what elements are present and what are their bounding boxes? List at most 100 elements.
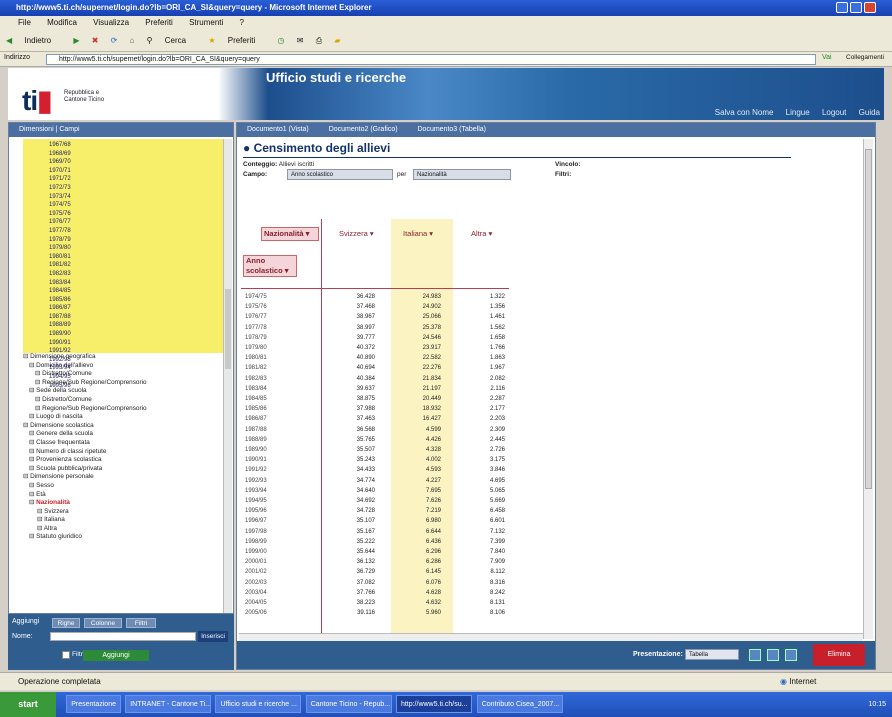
year-item[interactable]: 1983/84 [23, 279, 223, 288]
year-item[interactable]: 1972/73 [23, 184, 223, 193]
start-button[interactable]: start [0, 692, 56, 717]
columns-button[interactable]: Colonne [84, 618, 122, 628]
tree-node[interactable]: ⊟ Età [23, 491, 223, 500]
menu-file[interactable]: File [18, 18, 31, 27]
year-item[interactable]: 1970/71 [23, 167, 223, 176]
tree-node[interactable]: ⊟ Provenienza scolastica [23, 456, 223, 465]
save-as-link[interactable]: Salva con Nome [715, 108, 774, 117]
table-view-icon[interactable] [749, 649, 761, 661]
panel-scroll-thumb[interactable] [225, 289, 231, 369]
print-icon[interactable]: ⎙ [316, 36, 322, 45]
tree-node[interactable]: ⊟ Sede della scuola [23, 387, 223, 396]
logout-link[interactable]: Logout [822, 108, 846, 117]
menu-modifica[interactable]: Modifica [47, 18, 77, 27]
tree-node[interactable]: ⊟ Altra [23, 525, 223, 534]
tab-document2[interactable]: Documento2 (Grafico) [329, 126, 398, 133]
field2-select[interactable]: Nazionalità [413, 169, 511, 180]
year-item[interactable]: 1987/88 [23, 313, 223, 322]
stop-icon[interactable]: ✖ [92, 36, 99, 45]
tab-document3[interactable]: Documento3 (Tabella) [418, 126, 486, 133]
insert-button[interactable]: Inserisci [198, 631, 228, 642]
export-icon[interactable] [785, 649, 797, 661]
name-input[interactable] [50, 632, 196, 641]
delete-button[interactable]: Elimina [813, 644, 865, 666]
year-item[interactable]: 1986/87 [23, 304, 223, 313]
year-item[interactable]: 1968/69 [23, 150, 223, 159]
tree-node[interactable]: ⊟ Distretto/Comune [23, 396, 223, 405]
report-hscrollbar[interactable] [239, 633, 863, 641]
tree-node[interactable]: ⊟ Scuola pubblica/privata [23, 465, 223, 474]
year-item[interactable]: 1984/85 [23, 287, 223, 296]
year-item[interactable]: 1980/81 [23, 253, 223, 262]
tree-node[interactable]: ⊟ Italiana [23, 516, 223, 525]
address-input[interactable]: http://www5.ti.ch/supernet/login.do?lb=O… [46, 54, 816, 65]
tree-node[interactable]: ⊟ Nazionalità [23, 499, 223, 508]
menu-preferiti[interactable]: Preferiti [145, 18, 173, 27]
altra-header[interactable]: Altra ▾ [471, 229, 492, 238]
presentation-select[interactable]: Tabella [685, 649, 739, 660]
field-select[interactable]: Anno scolastico [287, 169, 393, 180]
tab-document1[interactable]: Documento1 (Vista) [247, 126, 309, 133]
year-item[interactable]: 1988/89 [23, 321, 223, 330]
home-icon[interactable]: ⌂ [130, 36, 135, 45]
rows-button[interactable]: Righe [52, 618, 80, 628]
filters-button[interactable]: Filtri [126, 618, 156, 628]
favorites-button[interactable]: ★ Preferiti [208, 36, 265, 45]
report-scroll-thumb[interactable] [865, 149, 872, 489]
italiana-header[interactable]: Italiana ▾ [403, 229, 433, 238]
year-item[interactable]: 1977/78 [23, 227, 223, 236]
language-link[interactable]: Lingue [786, 108, 810, 117]
menu-help[interactable]: ? [240, 18, 244, 27]
year-item[interactable]: 1979/80 [23, 244, 223, 253]
task-item[interactable]: INTRANET - Cantone Ti... [125, 695, 212, 713]
menu-visualizza[interactable]: Visualizza [93, 18, 129, 27]
forward-button[interactable]: ▶ [73, 36, 79, 45]
tree-node[interactable]: ⊟ Dimensione personale [23, 473, 223, 482]
year-item[interactable]: 1971/72 [23, 175, 223, 184]
year-item[interactable]: 1975/76 [23, 210, 223, 219]
tree-node[interactable]: ⊟ Regione/Sub Regione/Comprensorio [23, 405, 223, 414]
mail-icon[interactable]: ✉ [297, 36, 304, 45]
minimize-button[interactable] [836, 2, 848, 13]
search-button[interactable]: ⚲ Cerca [147, 36, 196, 45]
tree-node[interactable]: ⊟ Luogo di nascita [23, 413, 223, 422]
panel-tabs[interactable]: Dimensioni | Campi [9, 123, 233, 137]
folder-icon[interactable]: ▰ [334, 36, 340, 45]
year-item[interactable]: 1973/74 [23, 193, 223, 202]
tree-node[interactable]: ⊟ Distretto/Comune [23, 370, 223, 379]
task-item[interactable]: Cantone Ticino - Repub... [305, 695, 392, 713]
filter-checkbox[interactable] [62, 651, 70, 659]
year-item[interactable]: 1967/68 [23, 141, 223, 150]
add-button[interactable]: Aggiungi [83, 650, 149, 661]
tree-node[interactable]: ⊟ Dimensione geografica [23, 353, 223, 362]
tree-node[interactable]: ⊟ Statuto giuridico [23, 533, 223, 542]
refresh-icon[interactable]: ⟳ [111, 36, 118, 45]
year-item[interactable]: 1981/82 [23, 261, 223, 270]
year-item[interactable]: 1989/90 [23, 330, 223, 339]
tree-node[interactable]: ⊟ Svizzera [23, 508, 223, 517]
svizzera-header[interactable]: Svizzera ▾ [339, 229, 374, 238]
year-item[interactable]: 1969/70 [23, 158, 223, 167]
tree-node[interactable]: ⊟ Dimensione scolastica [23, 422, 223, 431]
tree-node[interactable]: ⊟ Classe frequentata [23, 439, 223, 448]
go-button[interactable]: Vai [822, 54, 832, 61]
tree-node[interactable]: ⊟ Genere della scuola [23, 430, 223, 439]
tree-node[interactable]: ⊟ Domicilio dell'allievo [23, 362, 223, 371]
nationality-header[interactable]: Nazionalità ▾ [261, 227, 319, 241]
menu-strumenti[interactable]: Strumenti [189, 18, 223, 27]
links-label[interactable]: Collegamenti [846, 54, 884, 61]
task-item[interactable]: Contributo Cisea_2007... [476, 695, 563, 713]
year-item[interactable]: 1990/91 [23, 339, 223, 348]
panel-scrollbar[interactable] [223, 139, 232, 613]
help-link[interactable]: Guida [859, 108, 880, 117]
task-item[interactable]: Presentazione [66, 695, 121, 713]
tree-node[interactable]: ⊟ Numero di classi ripetute [23, 448, 223, 457]
year-item[interactable]: 1982/83 [23, 270, 223, 279]
chart-view-icon[interactable] [767, 649, 779, 661]
task-item[interactable]: Ufficio studi e ricerche ... [215, 695, 302, 713]
year-item[interactable]: 1978/79 [23, 236, 223, 245]
year-item[interactable]: 1976/77 [23, 218, 223, 227]
report-vscrollbar[interactable] [863, 139, 873, 639]
expand-icon[interactable]: ⊟ [37, 525, 44, 532]
maximize-button[interactable] [850, 2, 862, 13]
